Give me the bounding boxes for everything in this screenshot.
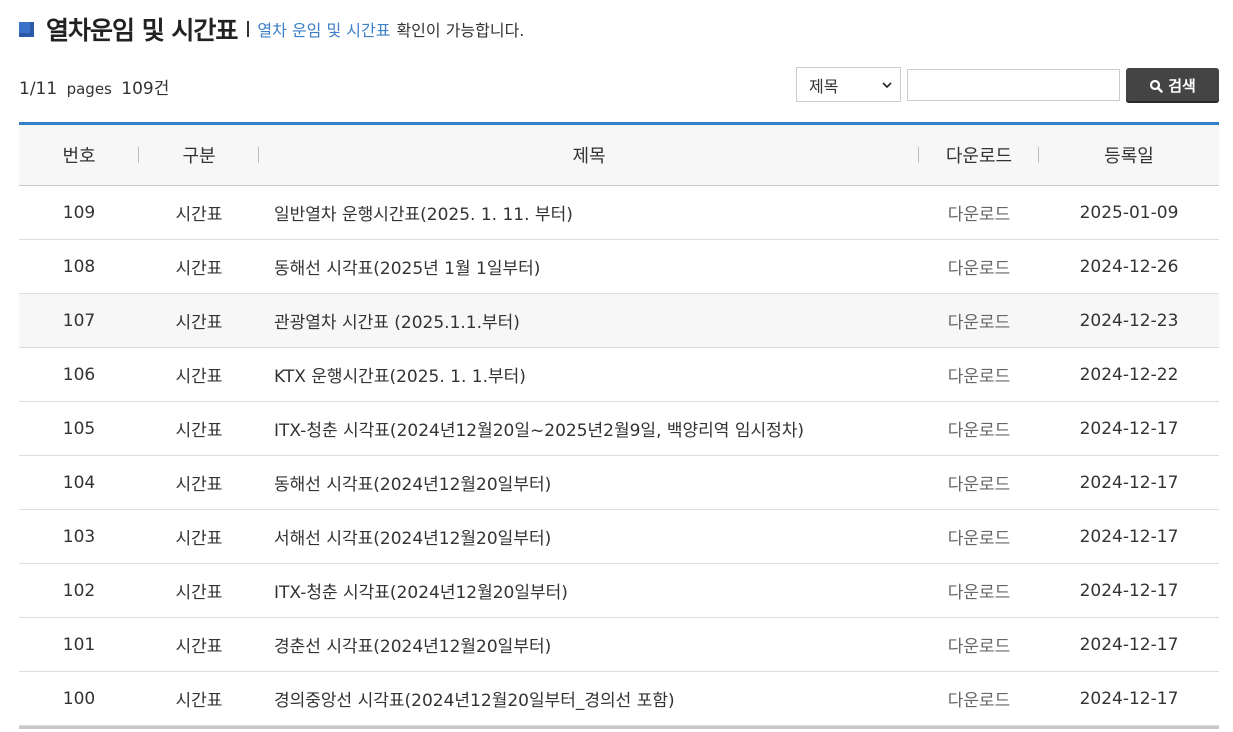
- row-title-link[interactable]: 경춘선 시각표(2024년12월20일부터): [259, 632, 919, 657]
- row-title-link[interactable]: KTX 운행시간표(2025. 1. 1.부터): [259, 362, 919, 387]
- table-row: 103 시간표 서해선 시각표(2024년12월20일부터) 다운로드 2024…: [19, 510, 1219, 564]
- download-link[interactable]: 다운로드: [919, 632, 1039, 657]
- row-category: 시간표: [175, 583, 223, 603]
- row-no: 101: [62, 634, 96, 655]
- row-title-link[interactable]: 관광열차 시간표 (2025.1.1.부터): [259, 308, 919, 333]
- table-row: 100 시간표 경의중앙선 시각표(2024년12월20일부터_경의선 포함) …: [19, 672, 1219, 726]
- row-category: 시간표: [175, 367, 223, 387]
- row-date: 2024-12-17: [1079, 580, 1179, 601]
- row-date: 2024-12-17: [1079, 634, 1179, 655]
- row-date: 2025-01-09: [1079, 202, 1179, 223]
- table-row: 109 시간표 일반열차 운행시간표(2025. 1. 11. 부터) 다운로드…: [19, 186, 1219, 240]
- row-category: 시간표: [175, 205, 223, 225]
- chevron-down-icon: [882, 81, 892, 88]
- square-bullet-icon: [19, 21, 34, 37]
- row-title-link[interactable]: 일반열차 운행시간표(2025. 1. 11. 부터): [259, 200, 919, 225]
- download-link[interactable]: 다운로드: [919, 524, 1039, 549]
- search-input[interactable]: [907, 69, 1120, 101]
- download-link[interactable]: 다운로드: [919, 470, 1039, 495]
- search-button-label: 검색: [1168, 77, 1196, 95]
- table-header: 번호 구분 제목 다운로드 등록일: [19, 122, 1219, 186]
- header-download: 다운로드: [919, 142, 1039, 168]
- row-date: 2024-12-17: [1079, 688, 1179, 709]
- download-link[interactable]: 다운로드: [919, 254, 1039, 279]
- row-category: 시간표: [175, 475, 223, 495]
- row-date: 2024-12-17: [1079, 418, 1179, 439]
- table-row: 106 시간표 KTX 운행시간표(2025. 1. 1.부터) 다운로드 20…: [19, 348, 1219, 402]
- download-link[interactable]: 다운로드: [919, 416, 1039, 441]
- table-row: 104 시간표 동해선 시각표(2024년12월20일부터) 다운로드 2024…: [19, 456, 1219, 510]
- page: 열차운임 및 시간표 열차 운임 및 시간표 확인이 가능합니다. 1/11 p…: [0, 0, 1233, 732]
- row-category: 시간표: [175, 313, 223, 333]
- row-category: 시간표: [175, 637, 223, 657]
- header-description: 확인이 가능합니다.: [396, 21, 525, 40]
- header-date: 등록일: [1104, 146, 1154, 167]
- row-title-link[interactable]: ITX-청춘 시각표(2024년12월20일~2025년2월9일, 백양리역 임…: [259, 416, 919, 441]
- row-no: 107: [62, 310, 96, 331]
- table-row: 107 시간표 관광열차 시간표 (2025.1.1.부터) 다운로드 2024…: [19, 294, 1219, 348]
- row-date: 2024-12-23: [1079, 310, 1179, 331]
- row-title-link[interactable]: 동해선 시각표(2024년12월20일부터): [259, 470, 919, 495]
- search-button[interactable]: 검색: [1126, 68, 1219, 103]
- header-category: 구분: [139, 142, 259, 168]
- table-bottom-border: [19, 726, 1219, 729]
- search-icon: [1150, 79, 1163, 93]
- page-title: 열차운임 및 시간표: [46, 16, 238, 45]
- row-category: 시간표: [175, 259, 223, 279]
- row-no: 105: [62, 418, 96, 439]
- row-title-link[interactable]: 경의중앙선 시각표(2024년12월20일부터_경의선 포함): [259, 686, 919, 711]
- table-row: 108 시간표 동해선 시각표(2025년 1월 1일부터) 다운로드 2024…: [19, 240, 1219, 294]
- row-title-link[interactable]: ITX-청춘 시각표(2024년12월20일부터): [259, 578, 919, 603]
- row-no: 106: [62, 364, 96, 385]
- timetable-board: 번호 구분 제목 다운로드 등록일 109 시간표 일반열차 운행시간표(202…: [19, 122, 1219, 729]
- search-type-select[interactable]: 제목: [796, 67, 901, 102]
- row-category: 시간표: [175, 421, 223, 441]
- download-link[interactable]: 다운로드: [919, 578, 1039, 603]
- total-count: 109건: [121, 79, 170, 99]
- row-no: 109: [62, 202, 96, 223]
- download-link[interactable]: 다운로드: [919, 200, 1039, 225]
- row-no: 100: [62, 688, 96, 709]
- table-row: 105 시간표 ITX-청춘 시각표(2024년12월20일~2025년2월9일…: [19, 402, 1219, 456]
- download-link[interactable]: 다운로드: [919, 686, 1039, 711]
- search-type-value: 제목: [809, 76, 839, 96]
- download-link[interactable]: 다운로드: [919, 308, 1039, 333]
- row-date: 2024-12-17: [1079, 472, 1179, 493]
- row-date: 2024-12-22: [1079, 364, 1179, 385]
- row-title-link[interactable]: 동해선 시각표(2025년 1월 1일부터): [259, 254, 919, 279]
- header-no: 번호: [19, 142, 139, 168]
- row-category: 시간표: [175, 529, 223, 549]
- table-row: 101 시간표 경춘선 시각표(2024년12월20일부터) 다운로드 2024…: [19, 618, 1219, 672]
- header-highlight: 열차 운임 및 시간표: [257, 21, 391, 40]
- table-row: 102 시간표 ITX-청춘 시각표(2024년12월20일부터) 다운로드 2…: [19, 564, 1219, 618]
- page-summary: 1/11 pages 109건: [19, 74, 169, 99]
- pages-word: pages: [66, 80, 112, 98]
- row-no: 104: [62, 472, 96, 493]
- row-category: 시간표: [175, 691, 223, 711]
- header-title: 제목: [259, 142, 919, 168]
- row-date: 2024-12-26: [1079, 256, 1179, 277]
- title-divider: [247, 21, 250, 37]
- download-link[interactable]: 다운로드: [919, 362, 1039, 387]
- row-no: 103: [62, 526, 96, 547]
- page-count: 1/11: [19, 79, 58, 99]
- page-header: 열차운임 및 시간표 열차 운임 및 시간표 확인이 가능합니다.: [19, 12, 524, 46]
- row-date: 2024-12-17: [1079, 526, 1179, 547]
- row-no: 108: [62, 256, 96, 277]
- row-title-link[interactable]: 서해선 시각표(2024년12월20일부터): [259, 524, 919, 549]
- row-no: 102: [62, 580, 96, 601]
